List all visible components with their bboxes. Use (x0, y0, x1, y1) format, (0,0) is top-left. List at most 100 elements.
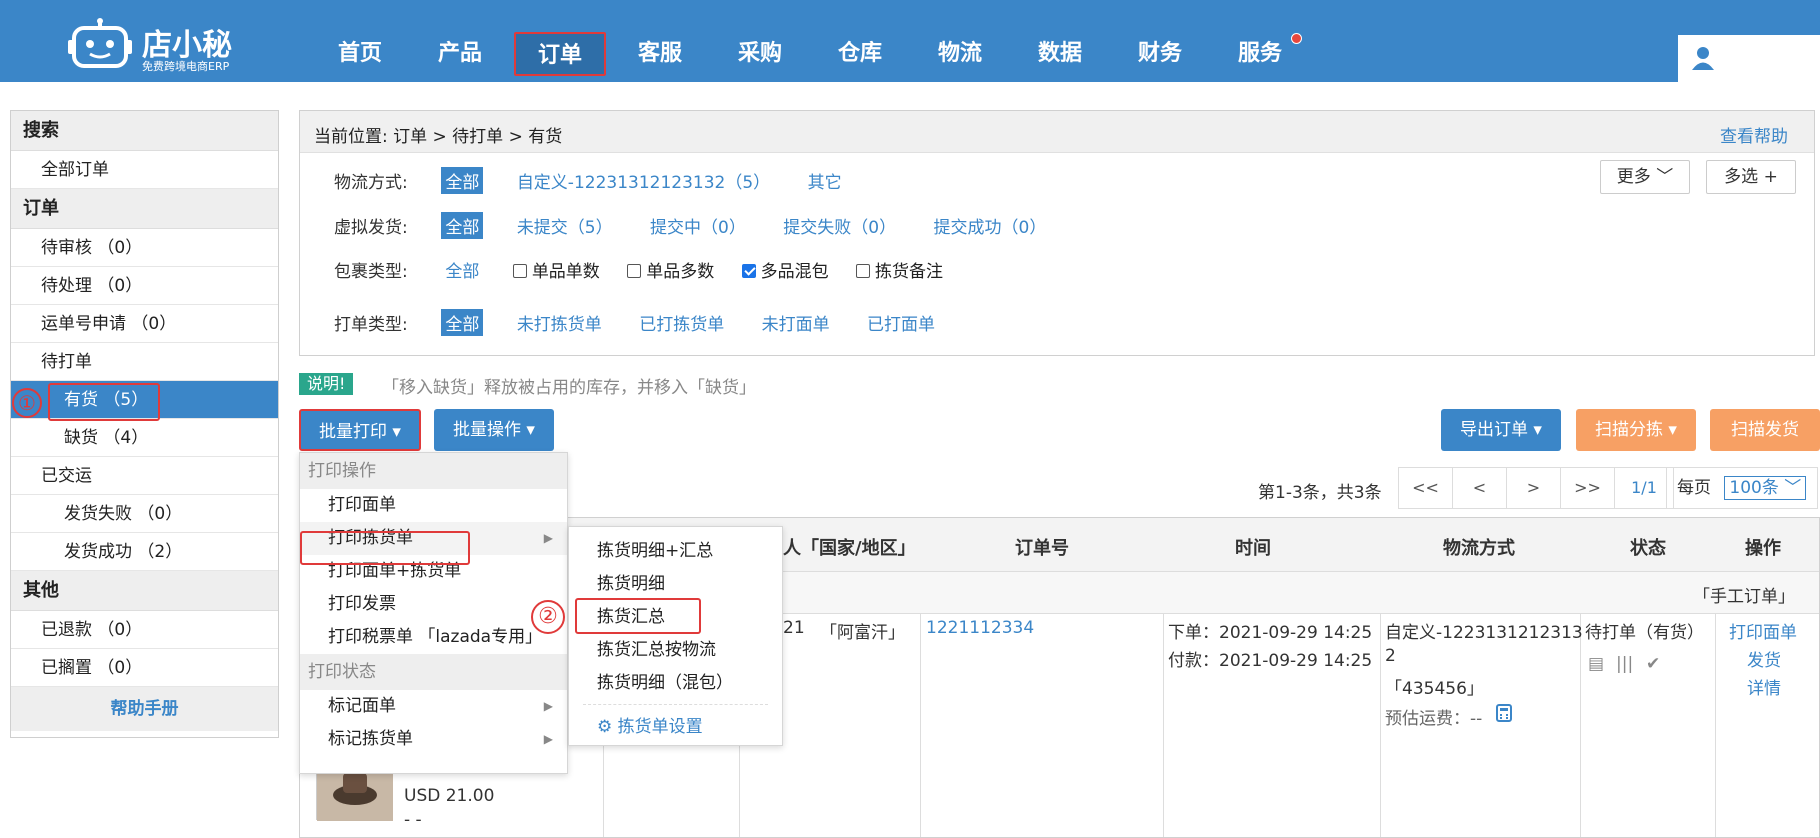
sidebar-item-ship-failed[interactable]: 发货失败 （0） (11, 495, 278, 533)
export-orders-button[interactable]: 导出订单 ▾ (1441, 409, 1561, 451)
cell-logistics-cont: 2 (1385, 646, 1396, 666)
menu-mark-label-text: 标记面单 (328, 696, 396, 716)
sidebar-item-shipped[interactable]: 已交运 (11, 457, 278, 495)
sidebar-head-orders: 订单 (11, 189, 278, 229)
checkbox-pick-note[interactable]: 拣货备注 (856, 257, 943, 282)
op-ship[interactable]: 发货 (1747, 646, 1781, 671)
cell-pay-time: 付款：2021-09-29 14:25 (1168, 651, 1373, 671)
nav-data[interactable]: 数据 (1014, 32, 1106, 76)
user-menu[interactable] (1678, 35, 1820, 82)
filter-logistics-custom[interactable]: 自定义-12231312123132（5） (513, 167, 774, 194)
sidebar-item-out-of-stock[interactable]: 缺货 （4） (11, 419, 278, 457)
checkbox-single-single[interactable]: 单品单数 (512, 257, 600, 282)
help-manual-link[interactable]: 帮助手册 (11, 687, 278, 731)
sidebar-head-other: 其他 (11, 571, 278, 611)
filter-virtual-failed[interactable]: 提交失败（0） (779, 212, 900, 239)
sidebar-item-to-print[interactable]: 待打单 (11, 343, 278, 381)
pager-first[interactable]: << (1399, 468, 1453, 508)
cell-order-no[interactable]: 1221112334 (926, 618, 1034, 638)
filter-print-label-done[interactable]: 已打面单 (863, 309, 939, 336)
filter-print-unlabel[interactable]: 未打面单 (758, 309, 834, 336)
scan-ship-button[interactable]: 扫描发货 (1710, 409, 1820, 451)
sidebar-item-ship-success[interactable]: 发货成功 （2） (11, 533, 278, 571)
th-time: 时间 (1235, 538, 1271, 559)
nav-finance[interactable]: 财务 (1114, 32, 1206, 76)
filter-virtual-submitting[interactable]: 提交中（0） (646, 212, 750, 239)
filter-virtual-success[interactable]: 提交成功（0） (930, 212, 1051, 239)
barcode-icon[interactable]: ||| (1616, 654, 1633, 674)
checkbox-single-multi[interactable]: 单品多数 (627, 257, 714, 282)
menu-print-invoice[interactable]: 打印发票 (300, 588, 567, 621)
cell-price: USD 21.00 (404, 786, 495, 806)
menu-mark-pick[interactable]: 标记拣货单 ▶ (300, 723, 567, 756)
submenu-detail-summary[interactable]: 拣货明细+汇总 (569, 535, 782, 568)
sidebar: 搜索 全部订单 订单 待审核 （0） 待处理 （0） 运单号申请 （0） 待打单… (10, 110, 279, 738)
filter-package-all[interactable]: 全部 (441, 256, 483, 283)
caret-right-icon: ▶ (543, 699, 553, 713)
batch-print-menu: 打印操作 打印面单 打印拣货单 ▶ 打印面单+拣货单 打印发票 打印税票单 「la… (299, 452, 568, 774)
menu-head-print-ops: 打印操作 (300, 453, 567, 489)
nav-logistics[interactable]: 物流 (914, 32, 1006, 76)
pager-next[interactable]: > (1507, 468, 1561, 508)
check-icon[interactable]: ✔ (1646, 654, 1660, 674)
highlight-box-print-pick (300, 531, 470, 565)
th-logistics: 物流方式 (1443, 538, 1515, 559)
nav-warehouse[interactable]: 仓库 (814, 32, 906, 76)
checkbox-multi-mixed[interactable]: 多品混包 (741, 257, 829, 282)
filter-label-virtual: 虚拟发货: (334, 218, 408, 238)
filter-print-picked[interactable]: 已打拣货单 (635, 309, 728, 336)
nav-purchasing[interactable]: 采购 (714, 32, 806, 76)
sidebar-item-on-hold[interactable]: 已搁置 （0） (11, 649, 278, 687)
sidebar-item-refunded[interactable]: 已退款 （0） (11, 611, 278, 649)
pager-last[interactable]: >> (1561, 468, 1615, 508)
menu-print-tax[interactable]: 打印税票单 「lazada专用」 (300, 621, 567, 654)
sidebar-item-pending-review[interactable]: 待审核 （0） (11, 229, 278, 267)
nav-products[interactable]: 产品 (414, 32, 506, 76)
filter-print-unpicked[interactable]: 未打拣货单 (513, 309, 606, 336)
th-order-no: 订单号 (1015, 538, 1069, 559)
sidebar-item-all-orders[interactable]: 全部订单 (11, 151, 278, 189)
brand-logo[interactable]: 店小秘 免费跨境电商ERP (68, 12, 268, 73)
brand-slogan: 免费跨境电商ERP (142, 60, 230, 73)
submenu-detail[interactable]: 拣货明细 (569, 568, 782, 601)
menu-print-label[interactable]: 打印面单 (300, 489, 567, 522)
copy-icon[interactable]: ▤ (1588, 654, 1604, 674)
annotation-step-1: ① (12, 388, 42, 418)
nav-orders[interactable]: 订单 (514, 32, 606, 76)
submenu-summary-by-logistics[interactable]: 拣货汇总按物流 (569, 634, 782, 667)
per-page-select[interactable]: 100条 ﹀ (1724, 476, 1807, 500)
submenu-settings[interactable]: ⚙ 拣货单设置 (569, 709, 782, 745)
breadcrumb-bar: 当前位置: 订单 > 待打单 > 有货 查看帮助 (300, 111, 1814, 153)
sidebar-item-waybill-apply[interactable]: 运单号申请 （0） (11, 305, 278, 343)
filter-logistics-other[interactable]: 其它 (804, 167, 846, 194)
filter-label-logistics: 物流方式: (334, 173, 408, 193)
multi-select-button[interactable]: 多选 + (1706, 160, 1796, 194)
pager-prev[interactable]: < (1453, 468, 1507, 508)
sidebar-item-pending-process[interactable]: 待处理 （0） (11, 267, 278, 305)
calculator-icon[interactable] (1496, 704, 1512, 722)
menu-mark-label[interactable]: 标记面单 ▶ (300, 690, 567, 723)
filter-print-all[interactable]: 全部 (441, 309, 484, 336)
notification-dot (1291, 33, 1302, 44)
nav-customer-service[interactable]: 客服 (614, 32, 706, 76)
per-page-selector[interactable]: 每页 100条 ﹀ (1666, 467, 1818, 509)
batch-operation-button[interactable]: 批量操作 ▾ (434, 409, 554, 451)
filter-virtual-unsubmitted[interactable]: 未提交（5） (513, 212, 617, 239)
gear-icon: ⚙ (597, 717, 613, 737)
filter-row-print-type: 打单类型: 全部 未打拣货单 已打拣货单 未打面单 已打面单 (334, 309, 963, 336)
th-ops: 操作 (1745, 538, 1781, 559)
help-link[interactable]: 查看帮助 (1720, 122, 1788, 147)
scan-sort-button[interactable]: 扫描分拣 ▾ (1576, 409, 1696, 451)
more-button[interactable]: 更多 ﹀ (1600, 160, 1690, 194)
op-print-label[interactable]: 打印面单 (1729, 618, 1797, 643)
nav-home[interactable]: 首页 (314, 32, 406, 76)
pager-current[interactable]: 1/1 (1615, 468, 1673, 508)
col-divider (920, 614, 921, 837)
batch-print-button[interactable]: 批量打印 ▾ (299, 409, 421, 451)
submenu-detail-mixed[interactable]: 拣货明细（混包） (569, 667, 782, 700)
op-detail[interactable]: 详情 (1747, 674, 1781, 699)
col-divider (1163, 614, 1164, 837)
filter-logistics-all[interactable]: 全部 (441, 167, 484, 194)
filter-virtual-all[interactable]: 全部 (441, 212, 484, 239)
more-button-label: 更多 (1616, 167, 1651, 187)
